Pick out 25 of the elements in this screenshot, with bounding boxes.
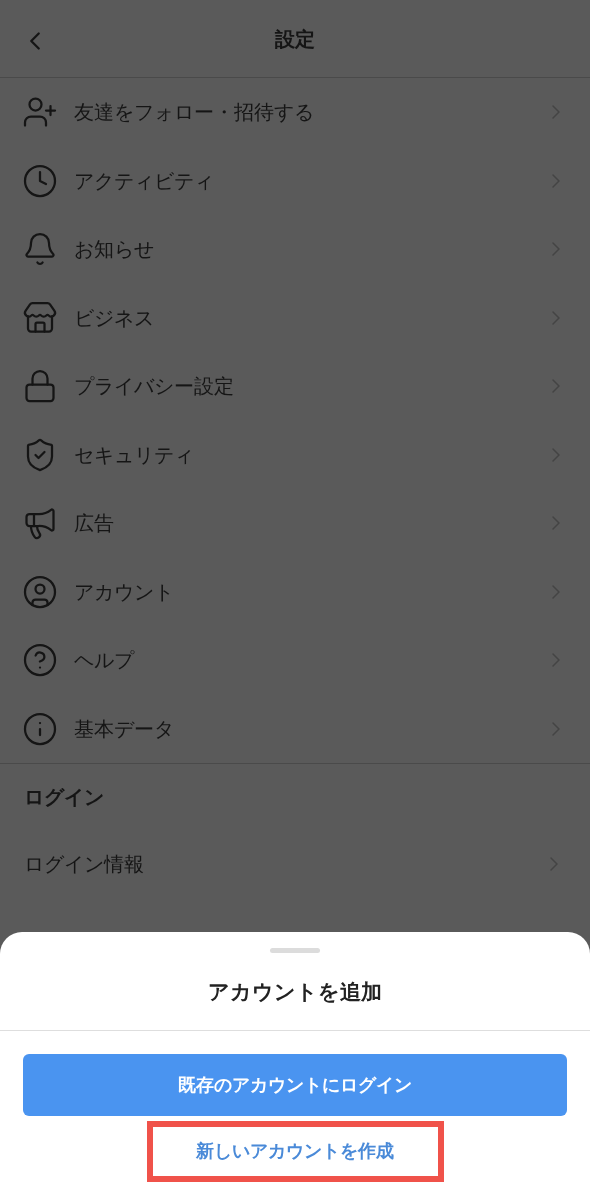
settings-item[interactable]: 広告 — [0, 489, 590, 558]
settings-item[interactable]: セキュリティ — [0, 420, 590, 489]
settings-item[interactable]: 基本データ — [0, 694, 590, 763]
settings-item[interactable]: アカウント — [0, 557, 590, 626]
section-heading: ログイン — [24, 785, 104, 810]
settings-item[interactable]: ログイン情報 — [0, 830, 590, 898]
settings-item[interactable]: 友達をフォロー・招待する — [0, 78, 590, 147]
info-icon — [22, 710, 58, 747]
settings-item[interactable]: アクティビティ — [0, 146, 590, 215]
create-account-button[interactable]: 新しいアカウントを作成 — [146, 1121, 444, 1182]
person-circle-icon — [22, 573, 58, 610]
settings-item[interactable]: プライバシー設定 — [0, 352, 590, 421]
drag-handle[interactable] — [270, 948, 320, 953]
settings-item[interactable]: ビジネス — [0, 283, 590, 352]
settings-item[interactable]: ヘルプ — [0, 626, 590, 695]
bell-icon — [22, 231, 58, 268]
lock-icon — [22, 368, 58, 405]
login-button[interactable]: 既存のアカウントにログイン — [23, 1054, 567, 1116]
settings-item[interactable]: お知らせ — [0, 215, 590, 284]
clock-icon — [22, 162, 58, 199]
help-icon — [22, 642, 58, 679]
megaphone-icon — [22, 505, 58, 542]
page-title: 設定 — [275, 26, 315, 52]
store-icon — [22, 299, 58, 336]
sheet-title: アカウントを追加 — [208, 978, 382, 1005]
